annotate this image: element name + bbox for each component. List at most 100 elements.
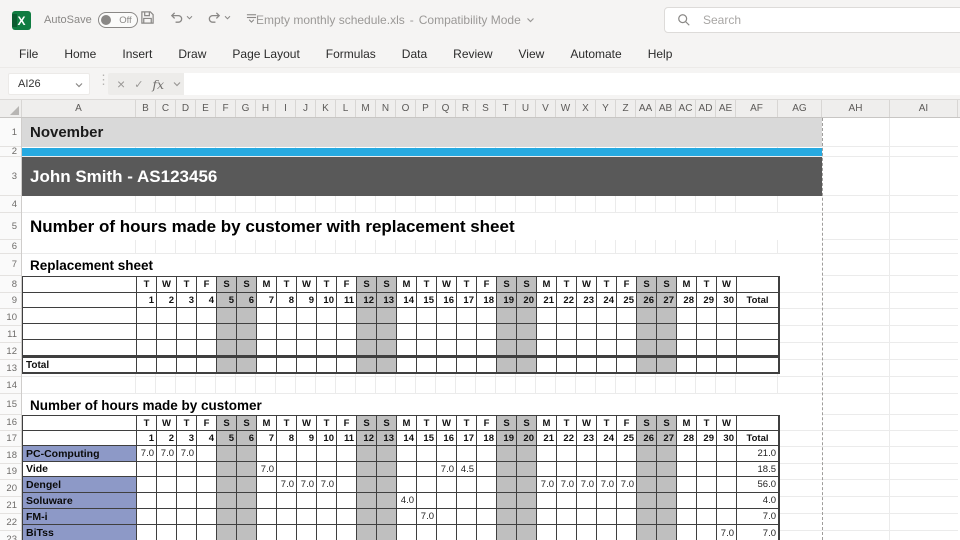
- day-cell[interactable]: [377, 462, 397, 477]
- day-letter-cell[interactable]: T: [457, 277, 477, 293]
- hour-cell[interactable]: 7.0: [157, 446, 177, 462]
- day-cell[interactable]: [697, 308, 717, 324]
- day-cell[interactable]: [657, 477, 677, 493]
- main-heading-cell[interactable]: Number of hours made by customer with re…: [22, 213, 822, 240]
- day-number-cell[interactable]: 21: [537, 431, 557, 446]
- day-cell[interactable]: [177, 324, 197, 340]
- day-letter-cell[interactable]: F: [337, 416, 357, 431]
- day-cell[interactable]: [577, 509, 597, 525]
- row-total-cell[interactable]: 21.0: [737, 446, 779, 462]
- day-cell[interactable]: [497, 356, 517, 373]
- day-cell[interactable]: [137, 493, 157, 509]
- label-cell[interactable]: [23, 324, 137, 340]
- day-cell[interactable]: [397, 525, 417, 540]
- document-title[interactable]: Empty monthly schedule.xls - Compatibili…: [256, 13, 535, 27]
- row-header-14[interactable]: 14: [0, 377, 21, 394]
- day-cell[interactable]: [357, 340, 377, 356]
- day-cell[interactable]: [537, 446, 557, 462]
- day-cell[interactable]: [597, 324, 617, 340]
- tab-page-layout[interactable]: Page Layout: [219, 40, 312, 68]
- insert-function-icon[interactable]: fx: [152, 77, 164, 92]
- day-cell[interactable]: [157, 509, 177, 525]
- day-cell[interactable]: [677, 324, 697, 340]
- day-number-cell[interactable]: 24: [597, 293, 617, 308]
- day-cell[interactable]: [477, 324, 497, 340]
- day-cell[interactable]: [557, 340, 577, 356]
- day-cell[interactable]: [237, 493, 257, 509]
- day-cell[interactable]: [317, 356, 337, 373]
- total-column-cell[interactable]: [737, 356, 779, 373]
- row-header-20[interactable]: 20: [0, 480, 21, 497]
- day-cell[interactable]: [297, 525, 317, 540]
- row-header-9[interactable]: 9: [0, 293, 21, 309]
- day-number-cell[interactable]: 28: [677, 293, 697, 308]
- day-cell[interactable]: [277, 493, 297, 509]
- day-letter-cell[interactable]: S: [637, 416, 657, 431]
- day-letter-cell[interactable]: M: [537, 277, 557, 293]
- day-cell[interactable]: [337, 462, 357, 477]
- day-cell[interactable]: [597, 308, 617, 324]
- day-cell[interactable]: [377, 509, 397, 525]
- customer-name-cell[interactable]: Vide: [23, 462, 137, 477]
- day-letter-cell[interactable]: S: [657, 416, 677, 431]
- day-cell[interactable]: [317, 340, 337, 356]
- day-cell[interactable]: [577, 493, 597, 509]
- day-letter-cell[interactable]: S: [377, 416, 397, 431]
- day-cell[interactable]: [717, 324, 737, 340]
- day-letter-cell[interactable]: T: [557, 277, 577, 293]
- column-header-Z[interactable]: Z: [616, 100, 636, 117]
- day-cell[interactable]: [277, 324, 297, 340]
- day-cell[interactable]: [197, 493, 217, 509]
- row-header-22[interactable]: 22: [0, 514, 21, 531]
- day-number-cell[interactable]: 4: [197, 293, 217, 308]
- column-header-AD[interactable]: AD: [696, 100, 716, 117]
- day-cell[interactable]: [417, 462, 437, 477]
- column-header-AE[interactable]: AE: [716, 100, 736, 117]
- day-cell[interactable]: [337, 356, 357, 373]
- column-header-X[interactable]: X: [576, 100, 596, 117]
- day-cell[interactable]: [497, 525, 517, 540]
- day-number-cell[interactable]: 7: [257, 431, 277, 446]
- day-cell[interactable]: [697, 525, 717, 540]
- day-letter-cell[interactable]: T: [137, 277, 157, 293]
- day-cell[interactable]: [637, 509, 657, 525]
- day-cell[interactable]: [157, 493, 177, 509]
- day-cell[interactable]: [537, 525, 557, 540]
- column-header-B[interactable]: B: [136, 100, 156, 117]
- day-cell[interactable]: [597, 493, 617, 509]
- day-cell[interactable]: [137, 477, 157, 493]
- name-box[interactable]: AI26: [8, 73, 90, 95]
- day-letter-cell[interactable]: F: [477, 416, 497, 431]
- search-box[interactable]: [664, 7, 960, 33]
- hour-cell[interactable]: 7.0: [717, 525, 737, 540]
- day-cell[interactable]: [237, 340, 257, 356]
- day-cell[interactable]: [457, 356, 477, 373]
- day-cell[interactable]: [597, 356, 617, 373]
- day-letter-cell[interactable]: S: [357, 277, 377, 293]
- day-cell[interactable]: [297, 493, 317, 509]
- day-cell[interactable]: [557, 446, 577, 462]
- day-cell[interactable]: [257, 324, 277, 340]
- label-cell[interactable]: [23, 308, 137, 324]
- day-cell[interactable]: [317, 462, 337, 477]
- day-letter-cell[interactable]: W: [437, 277, 457, 293]
- day-number-cell[interactable]: 18: [477, 431, 497, 446]
- day-letter-cell[interactable]: T: [457, 416, 477, 431]
- day-cell[interactable]: [617, 493, 637, 509]
- tab-file[interactable]: File: [6, 40, 51, 68]
- day-letter-cell[interactable]: W: [717, 277, 737, 293]
- day-cell[interactable]: [437, 308, 457, 324]
- day-cell[interactable]: [597, 340, 617, 356]
- day-cell[interactable]: [637, 308, 657, 324]
- column-header-AF[interactable]: AF: [736, 100, 778, 117]
- day-cell[interactable]: [637, 493, 657, 509]
- day-cell[interactable]: [477, 308, 497, 324]
- column-header-L[interactable]: L: [336, 100, 356, 117]
- day-cell[interactable]: [197, 525, 217, 540]
- day-cell[interactable]: [137, 340, 157, 356]
- day-cell[interactable]: [297, 462, 317, 477]
- day-cell[interactable]: [237, 308, 257, 324]
- day-cell[interactable]: [257, 308, 277, 324]
- day-cell[interactable]: [577, 462, 597, 477]
- day-cell[interactable]: [317, 493, 337, 509]
